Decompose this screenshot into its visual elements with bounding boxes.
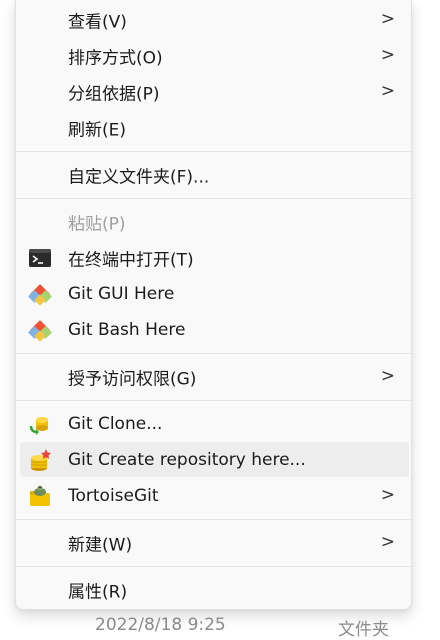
menu-item-git-create-repo[interactable]: Git Create repository here... <box>20 442 409 477</box>
git-icon <box>28 318 52 342</box>
menu-separator <box>16 151 411 152</box>
menu-item-grant-access[interactable]: 授予访问权限(G) > <box>20 359 409 394</box>
menu-item-view-label: 查看(V) <box>68 12 127 32</box>
menu-item-sort[interactable]: 排序方式(O) > <box>20 38 409 73</box>
menu-item-customize-label: 自定义文件夹(F)... <box>68 167 210 187</box>
chevron-right-icon: > <box>380 484 395 505</box>
menu-item-new[interactable]: 新建(W) > <box>20 525 409 560</box>
chevron-right-icon: > <box>380 80 395 101</box>
tortoisegit-icon <box>28 484 52 508</box>
tortoisegit-clone-icon <box>28 412 52 436</box>
menu-item-terminal-label: 在终端中打开(T) <box>68 250 194 270</box>
menu-item-git-bash-label: Git Bash Here <box>68 319 186 340</box>
menu-item-refresh-label: 刷新(E) <box>68 120 127 140</box>
chevron-right-icon: > <box>380 365 395 386</box>
menu-item-group-label: 分组依据(P) <box>68 84 160 104</box>
menu-item-grant-label: 授予访问权限(G) <box>68 369 197 389</box>
menu-separator <box>16 353 411 354</box>
file-type: 文件夹 <box>338 620 389 640</box>
menu-item-git-gui[interactable]: Git GUI Here <box>20 276 409 311</box>
menu-separator <box>16 198 411 199</box>
menu-item-new-label: 新建(W) <box>68 535 133 555</box>
chevron-right-icon: > <box>380 531 395 552</box>
menu-item-paste-label: 粘贴(P) <box>68 214 126 234</box>
menu-item-git-gui-label: Git GUI Here <box>68 283 175 304</box>
chevron-right-icon: > <box>380 44 395 65</box>
context-menu: 查看(V) > 排序方式(O) > 分组依据(P) > 刷新(E) 自定义文件夹… <box>15 0 412 610</box>
menu-item-tortoisegit[interactable]: TortoiseGit > <box>20 478 409 513</box>
menu-item-tortoisegit-label: TortoiseGit <box>68 485 159 506</box>
tortoisegit-create-repo-icon <box>28 448 52 472</box>
menu-item-view[interactable]: 查看(V) > <box>20 2 409 37</box>
file-date-modified: 2022/8/18 9:25 <box>95 615 226 635</box>
menu-item-customize-folder[interactable]: 自定义文件夹(F)... <box>20 157 409 192</box>
menu-item-git-bash[interactable]: Git Bash Here <box>20 312 409 347</box>
chevron-right-icon: > <box>380 8 395 29</box>
menu-separator <box>16 400 411 401</box>
terminal-icon <box>28 246 52 270</box>
menu-item-properties-label: 属性(R) <box>68 582 128 602</box>
menu-item-refresh[interactable]: 刷新(E) <box>20 110 409 145</box>
menu-item-paste[interactable]: 粘贴(P) <box>20 204 409 239</box>
menu-item-git-clone[interactable]: Git Clone... <box>20 406 409 441</box>
menu-item-sort-label: 排序方式(O) <box>68 48 163 68</box>
menu-item-git-create-label: Git Create repository here... <box>68 449 306 470</box>
menu-item-open-terminal[interactable]: 在终端中打开(T) <box>20 240 409 275</box>
menu-separator <box>16 566 411 567</box>
git-icon <box>28 282 52 306</box>
menu-item-properties[interactable]: 属性(R) <box>20 572 409 607</box>
menu-separator <box>16 519 411 520</box>
menu-item-git-clone-label: Git Clone... <box>68 413 163 434</box>
menu-item-group[interactable]: 分组依据(P) > <box>20 74 409 109</box>
